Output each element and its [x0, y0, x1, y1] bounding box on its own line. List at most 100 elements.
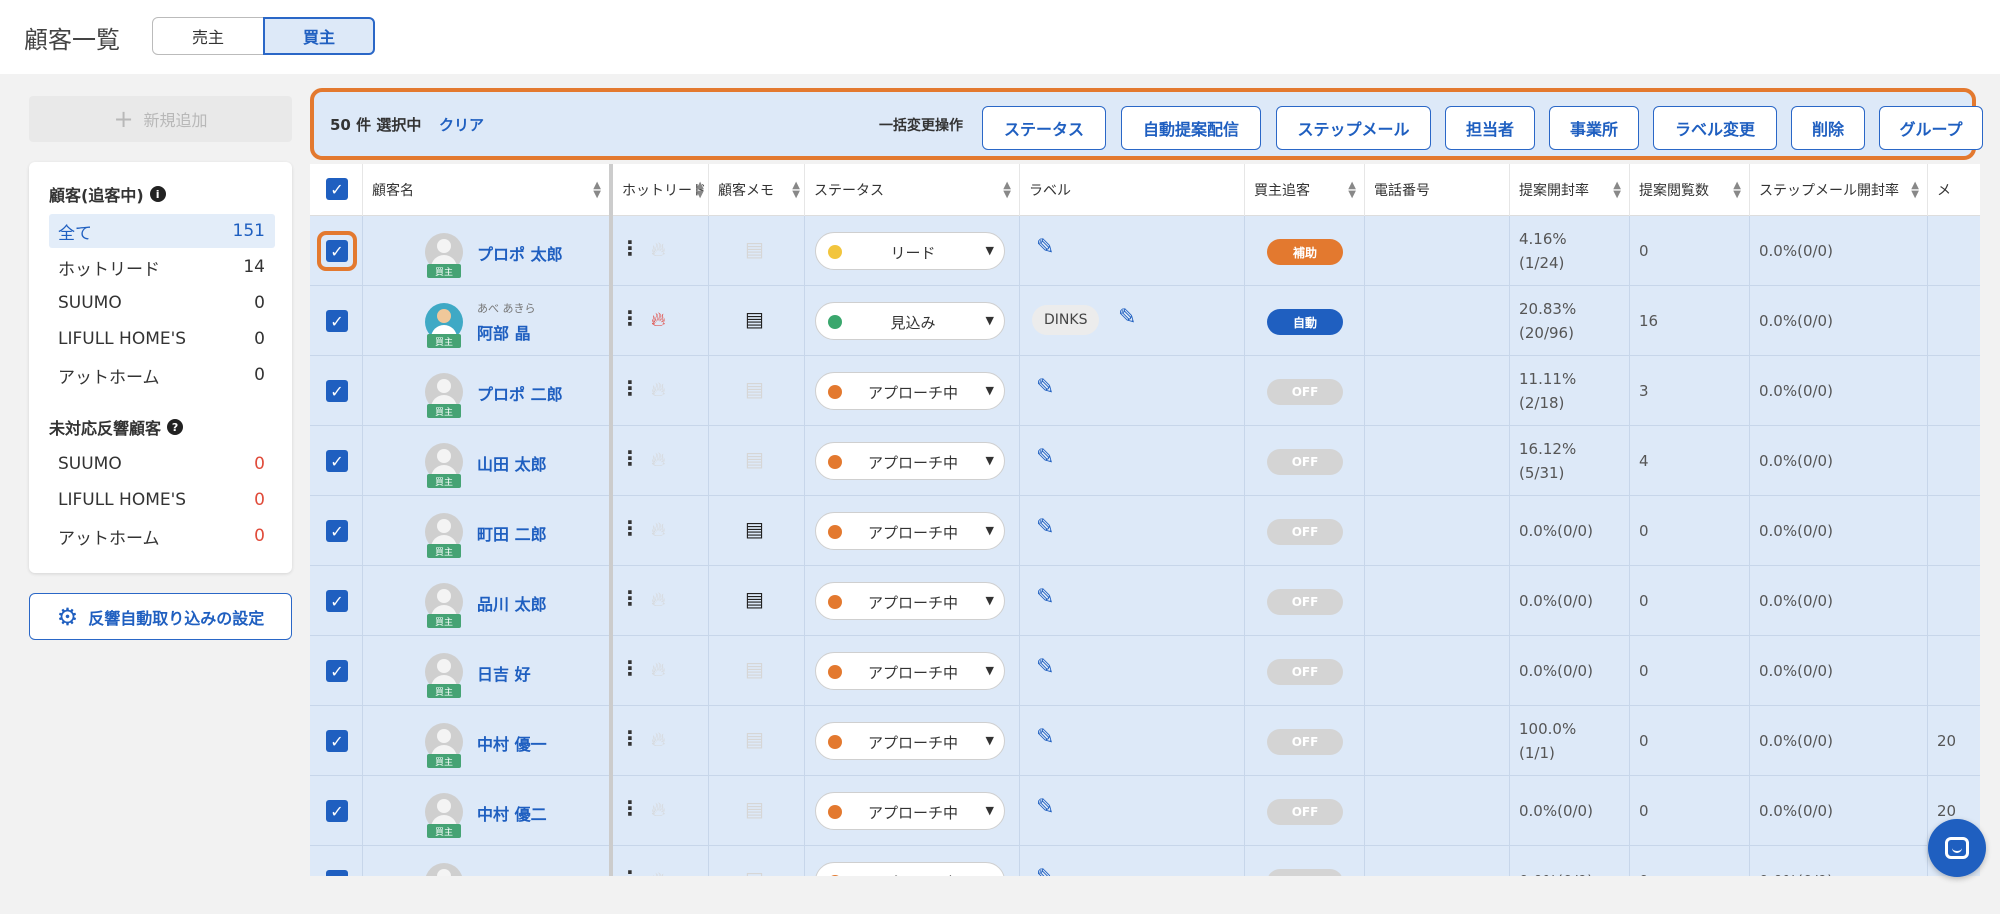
- pencil-icon[interactable]: ✎: [1036, 657, 1054, 679]
- col-header-views[interactable]: 提案閲覧数 ▲ ▼: [1630, 164, 1750, 216]
- col-header-memo[interactable]: 顧客メモ ▲ ▼: [709, 164, 805, 216]
- pencil-icon[interactable]: ✎: [1036, 517, 1054, 539]
- bulk-office-button[interactable]: 事業所: [1549, 106, 1639, 150]
- customer-name-link[interactable]: プロポ 太郎: [477, 241, 563, 265]
- help-icon[interactable]: ?: [167, 419, 184, 435]
- customer-name-link[interactable]: 品川 太郎: [477, 591, 547, 615]
- tracking-toggle[interactable]: OFF: [1267, 659, 1343, 685]
- bulk-delete-button[interactable]: 削除: [1791, 106, 1865, 150]
- table-row[interactable]: ✓ 買主 あべ あきら 阿部 晶 ⋮ 🔥︎ ▤ 見込み ▼ DINKS ✎ 自動…: [310, 286, 1980, 356]
- customer-name-link[interactable]: 山田 太郎: [477, 451, 547, 475]
- select-all-checkbox[interactable]: ✓: [326, 178, 348, 200]
- filter-item-all[interactable]: 全て 151: [49, 214, 275, 248]
- filter-item-unhandled-suumo[interactable]: SUUMO 0: [49, 447, 275, 481]
- customer-name-link[interactable]: 中村 優三: [477, 871, 547, 876]
- filter-item-athome[interactable]: アットホーム 0: [49, 358, 275, 392]
- col-header-open-rate[interactable]: 提案開封率 ▲ ▼: [1510, 164, 1630, 216]
- clear-selection-link[interactable]: クリア: [439, 114, 484, 135]
- pencil-icon[interactable]: ✎: [1036, 587, 1054, 609]
- tracking-toggle[interactable]: OFF: [1267, 729, 1343, 755]
- memo-icon[interactable]: ▤: [745, 309, 764, 329]
- table-row[interactable]: ✓ 買主 日吉 好 ⋮ 🔥︎ ▤ アプローチ中 ▼ ✎ OFF 0.0%(0/0…: [310, 636, 1980, 706]
- filter-item-suumo[interactable]: SUUMO 0: [49, 286, 275, 320]
- fire-icon[interactable]: 🔥︎: [651, 729, 666, 749]
- memo-icon[interactable]: ▤: [745, 729, 764, 749]
- sort-icon[interactable]: ▲ ▼: [792, 181, 800, 200]
- status-select[interactable]: アプローチ中 ▼: [815, 862, 1005, 876]
- row-checkbox[interactable]: ✓: [326, 800, 348, 822]
- row-checkbox[interactable]: ✓: [326, 520, 348, 542]
- table-row[interactable]: ✓ 買主 中村 優一 ⋮ 🔥︎ ▤ アプローチ中 ▼ ✎ OFF 100.0% …: [310, 706, 1980, 776]
- customer-name-link[interactable]: 町田 二郎: [477, 521, 547, 545]
- info-icon[interactable]: i: [149, 186, 166, 202]
- memo-icon[interactable]: ▤: [745, 869, 764, 876]
- tracking-toggle[interactable]: 補助: [1267, 239, 1343, 265]
- sort-icon[interactable]: ▲ ▼: [1613, 181, 1621, 200]
- col-header-name[interactable]: 顧客名 ▲ ▼: [363, 164, 613, 216]
- tracking-toggle[interactable]: 自動: [1267, 309, 1343, 335]
- tracking-toggle[interactable]: OFF: [1267, 799, 1343, 825]
- table-row[interactable]: ✓ 買主 プロポ 太郎 ⋮ 🔥︎ ▤ リード ▼ ✎ 補助 4.16% (1/2…: [310, 216, 1980, 286]
- filter-item-unhandled-lifull[interactable]: LIFULL HOME'S 0: [49, 483, 275, 517]
- chat-button[interactable]: [1928, 819, 1986, 877]
- customer-name-link[interactable]: プロポ 二郎: [477, 381, 563, 405]
- memo-icon[interactable]: ▤: [745, 379, 764, 399]
- pencil-icon[interactable]: ✎: [1036, 867, 1054, 877]
- status-select[interactable]: アプローチ中 ▼: [815, 372, 1005, 410]
- customer-name-link[interactable]: 中村 優一: [477, 731, 547, 755]
- table-row[interactable]: ✓ 買主 中村 優二 ⋮ 🔥︎ ▤ アプローチ中 ▼ ✎ OFF 0.0%(0/…: [310, 776, 1980, 846]
- table-row[interactable]: ✓ 買主 山田 太郎 ⋮ 🔥︎ ▤ アプローチ中 ▼ ✎ OFF 16.12% …: [310, 426, 1980, 496]
- fire-icon[interactable]: 🔥︎: [651, 869, 666, 876]
- tracking-toggle[interactable]: OFF: [1267, 449, 1343, 475]
- tab-buyer[interactable]: 買主: [263, 17, 375, 55]
- col-header-tracking[interactable]: 買主追客 ▲ ▼: [1245, 164, 1365, 216]
- fire-icon[interactable]: 🔥︎: [651, 309, 666, 329]
- pencil-icon[interactable]: ✎: [1036, 447, 1054, 469]
- row-checkbox[interactable]: ✓: [326, 870, 348, 876]
- tracking-toggle[interactable]: OFF: [1267, 379, 1343, 405]
- filter-item-lifull[interactable]: LIFULL HOME'S 0: [49, 322, 275, 356]
- fire-icon[interactable]: 🔥︎: [651, 659, 666, 679]
- row-checkbox[interactable]: ✓: [326, 380, 348, 402]
- tab-seller[interactable]: 売主: [152, 17, 264, 55]
- memo-icon[interactable]: ▤: [745, 589, 764, 609]
- status-select[interactable]: リード ▼: [815, 232, 1005, 270]
- sort-icon[interactable]: ▲ ▼: [1911, 181, 1919, 200]
- row-checkbox[interactable]: ✓: [326, 590, 348, 612]
- fire-icon[interactable]: 🔥︎: [651, 589, 666, 609]
- pencil-icon[interactable]: ✎: [1118, 307, 1136, 329]
- row-checkbox[interactable]: ✓: [326, 310, 348, 332]
- row-checkbox[interactable]: ✓: [326, 730, 348, 752]
- table-row[interactable]: ✓ 買主 プロポ 二郎 ⋮ 🔥︎ ▤ アプローチ中 ▼ ✎ OFF 11.11%…: [310, 356, 1980, 426]
- fire-icon[interactable]: 🔥︎: [651, 239, 666, 259]
- new-customer-button[interactable]: + 新規追加: [29, 96, 292, 142]
- sort-icon[interactable]: ▲ ▼: [1733, 181, 1741, 200]
- bulk-step-mail-button[interactable]: ステップメール: [1276, 106, 1431, 150]
- memo-icon[interactable]: ▤: [745, 239, 764, 259]
- pencil-icon[interactable]: ✎: [1036, 377, 1054, 399]
- bulk-auto-proposal-button[interactable]: 自動提案配信: [1121, 106, 1261, 150]
- status-select[interactable]: アプローチ中 ▼: [815, 582, 1005, 620]
- memo-icon[interactable]: ▤: [745, 449, 764, 469]
- status-select[interactable]: アプローチ中 ▼: [815, 652, 1005, 690]
- fire-icon[interactable]: 🔥︎: [651, 799, 666, 819]
- bulk-status-button[interactable]: ステータス: [982, 106, 1106, 150]
- sort-icon[interactable]: ▲ ▼: [1003, 181, 1011, 200]
- row-checkbox[interactable]: ✓: [326, 450, 348, 472]
- pencil-icon[interactable]: ✎: [1036, 237, 1054, 259]
- col-header-status[interactable]: ステータス ▲ ▼: [805, 164, 1020, 216]
- row-checkbox[interactable]: ✓: [326, 660, 348, 682]
- fire-icon[interactable]: 🔥︎: [651, 519, 666, 539]
- tracking-toggle[interactable]: OFF: [1267, 869, 1343, 876]
- customer-name-link[interactable]: 阿部 晶: [477, 320, 531, 344]
- memo-icon[interactable]: ▤: [745, 659, 764, 679]
- memo-icon[interactable]: ▤: [745, 799, 764, 819]
- sort-icon[interactable]: ▲ ▼: [593, 181, 601, 200]
- fire-icon[interactable]: 🔥︎: [651, 379, 666, 399]
- pencil-icon[interactable]: ✎: [1036, 797, 1054, 819]
- customer-name-link[interactable]: 日吉 好: [477, 661, 531, 685]
- status-select[interactable]: アプローチ中 ▼: [815, 792, 1005, 830]
- memo-icon[interactable]: ▤: [745, 519, 764, 539]
- bulk-group-button[interactable]: グループ: [1879, 106, 1983, 150]
- filter-item-unhandled-athome[interactable]: アットホーム 0: [49, 519, 275, 553]
